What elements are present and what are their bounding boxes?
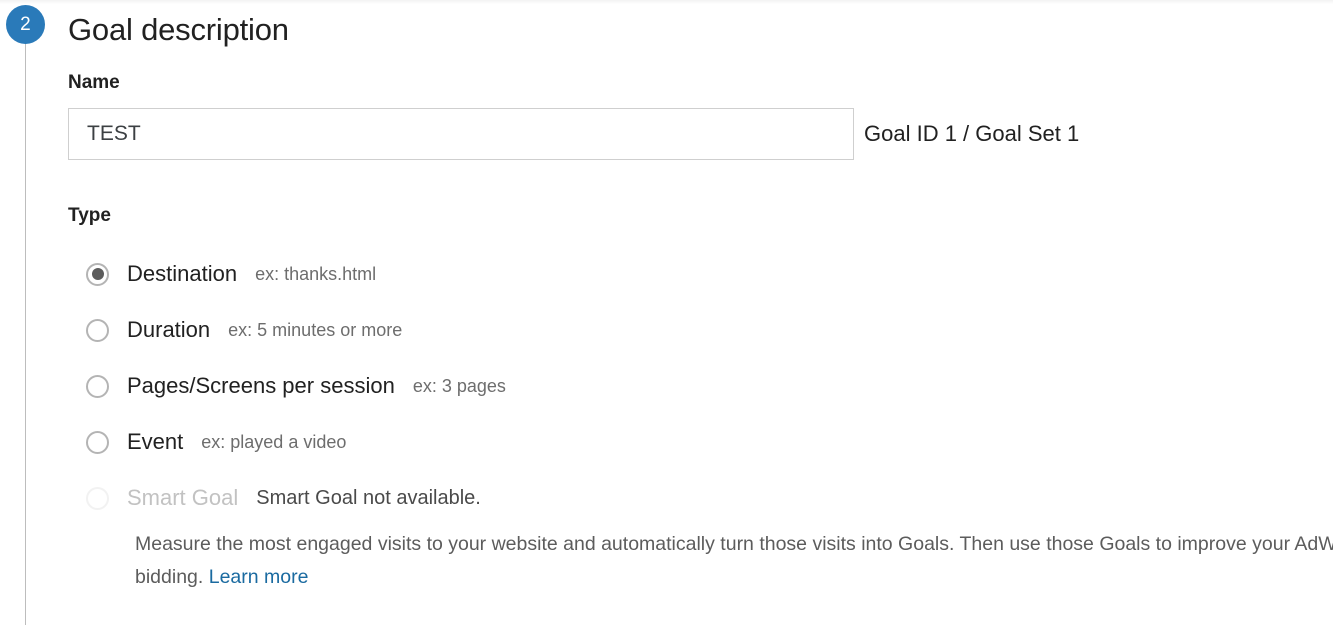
- radio-option-smart-goal: Smart Goal Smart Goal not available.: [68, 470, 1333, 526]
- radio-label-pages-per-session: Pages/Screens per session: [127, 373, 395, 398]
- radio-label-duration: Duration: [127, 317, 211, 342]
- learn-more-link[interactable]: Learn more: [209, 566, 309, 588]
- radio-label-event: Event: [127, 429, 184, 454]
- radio-example-pages-per-session: ex: 3 pages: [412, 376, 506, 396]
- step-number-badge: 2: [6, 5, 45, 44]
- goal-name-input[interactable]: [68, 108, 854, 160]
- step-connector-line: [25, 30, 26, 625]
- radio-option-event[interactable]: Event ex: played a video: [68, 414, 1333, 470]
- radio-option-destination[interactable]: Destination ex: thanks.html: [68, 246, 1333, 302]
- radio-example-smart-goal: Smart Goal not available.: [256, 487, 481, 509]
- radio-option-pages-per-session[interactable]: Pages/Screens per session ex: 3 pages: [68, 358, 1333, 414]
- name-field-label: Name: [68, 72, 120, 93]
- radio-label-smart-goal: Smart Goal: [127, 485, 239, 510]
- radio-example-duration: ex: 5 minutes or more: [228, 320, 403, 340]
- radio-option-duration[interactable]: Duration ex: 5 minutes or more: [68, 302, 1333, 358]
- page-title: Goal description: [68, 12, 289, 47]
- radio-label-destination: Destination: [127, 261, 238, 286]
- name-field-row: Goal ID 1 / Goal Set 1: [68, 108, 1333, 160]
- radio-icon-duration[interactable]: [86, 318, 109, 342]
- smart-goal-description: Measure the most engaged visits to your …: [135, 528, 1333, 594]
- radio-icon-pages-per-session[interactable]: [86, 374, 109, 398]
- radio-icon-smart-goal: [86, 486, 109, 510]
- radio-example-event: ex: played a video: [201, 432, 347, 452]
- type-field-label: Type: [68, 205, 111, 226]
- radio-icon-destination[interactable]: [86, 262, 109, 286]
- radio-example-destination: ex: thanks.html: [255, 264, 377, 284]
- smart-goal-description-text: Measure the most engaged visits to your …: [135, 533, 1333, 588]
- radio-icon-event[interactable]: [86, 430, 109, 454]
- goal-id-label: Goal ID 1 / Goal Set 1: [864, 121, 1080, 146]
- goal-type-radio-group: Destination ex: thanks.html Duration ex:…: [68, 246, 1333, 526]
- goal-description-panel: Goal description Name Goal ID 1 / Goal S…: [68, 0, 1333, 594]
- step-rail: 2: [0, 0, 52, 625]
